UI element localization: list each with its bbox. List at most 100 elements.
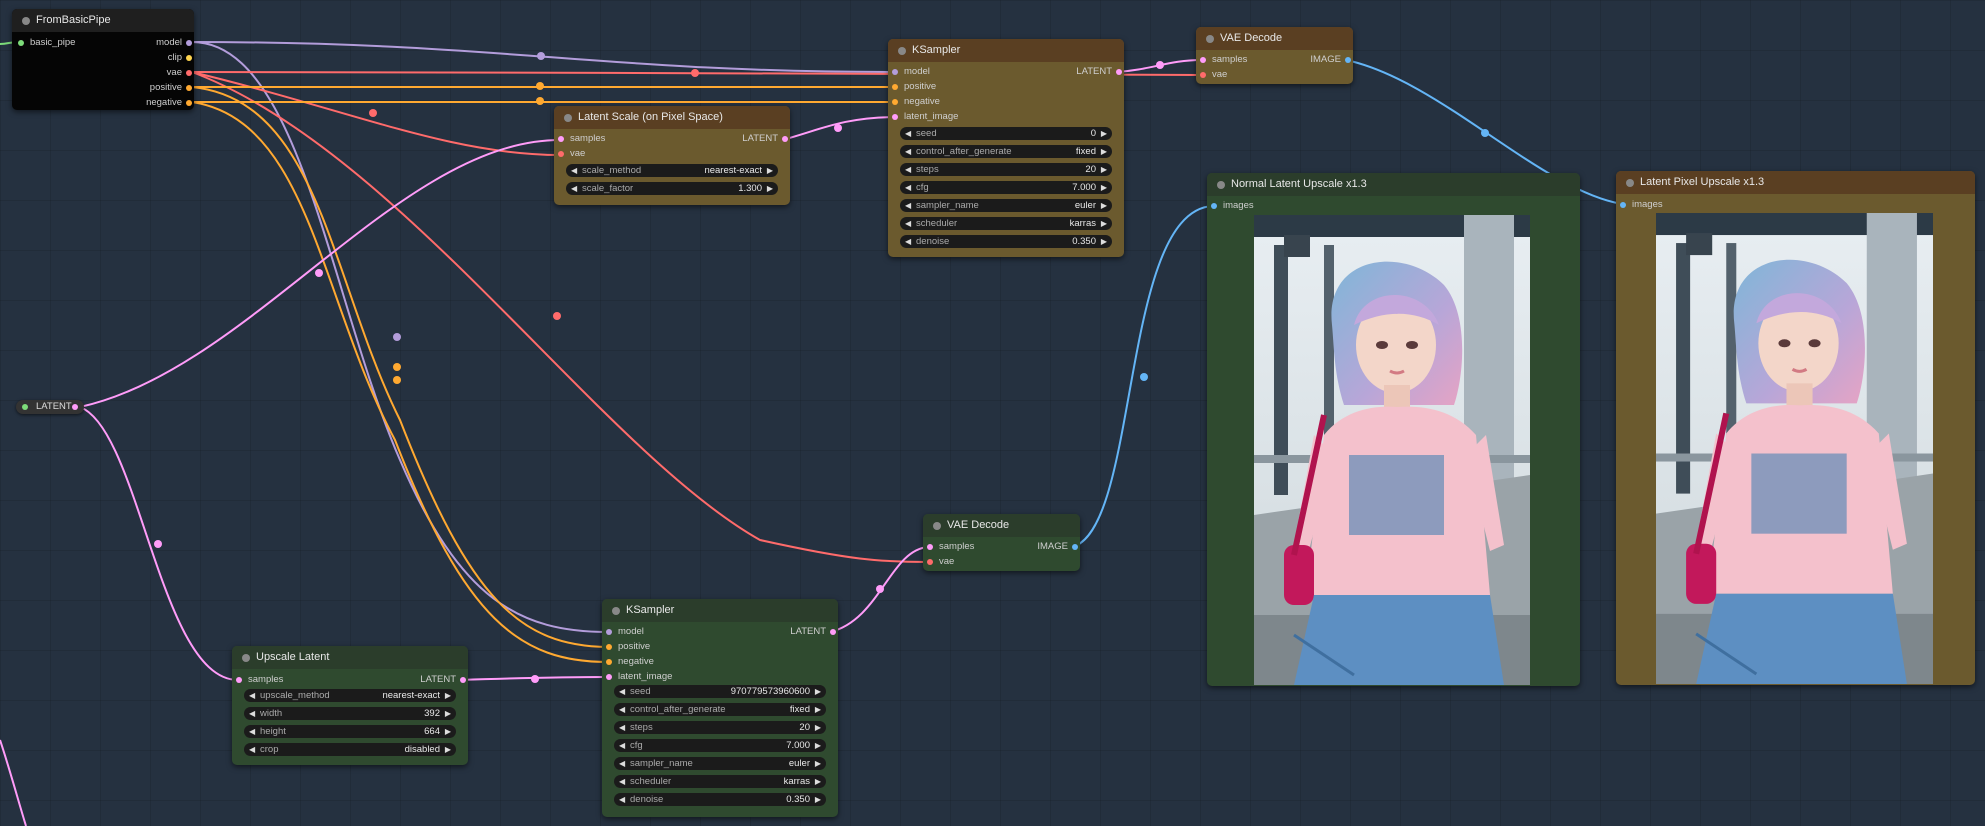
widget-scheduler[interactable]: ◀ scheduler karras ▶ (900, 217, 1112, 230)
collapse-dot-icon[interactable] (612, 607, 620, 615)
arrow-right-icon[interactable]: ▶ (815, 775, 821, 788)
collapse-dot-icon[interactable] (242, 654, 250, 662)
arrow-right-icon[interactable]: ▶ (815, 793, 821, 806)
input-vae[interactable]: vae (556, 147, 585, 161)
pin-icon[interactable] (927, 544, 933, 550)
reroute-latent[interactable]: LATENT (16, 400, 84, 414)
pin-icon[interactable] (18, 40, 24, 46)
input-positive[interactable]: positive (604, 640, 650, 654)
arrow-right-icon[interactable]: ▶ (1101, 217, 1107, 230)
pin-icon[interactable] (1072, 544, 1078, 550)
node-title[interactable]: Latent Scale (on Pixel Space) (554, 106, 790, 129)
node-title[interactable]: Upscale Latent (232, 646, 468, 669)
input-images[interactable]: images (1618, 198, 1663, 212)
latent-scale-node[interactable]: Latent Scale (on Pixel Space) samples va… (554, 106, 790, 205)
arrow-left-icon[interactable]: ◀ (619, 775, 625, 788)
arrow-left-icon[interactable]: ◀ (249, 743, 255, 756)
pin-icon[interactable] (782, 136, 788, 142)
pin-icon[interactable] (558, 136, 564, 142)
output-vae[interactable]: vae (167, 66, 194, 80)
arrow-left-icon[interactable]: ◀ (905, 181, 911, 194)
pin-icon[interactable] (186, 70, 192, 76)
preview-image[interactable] (1254, 215, 1530, 685)
pin-icon[interactable] (927, 559, 933, 565)
input-vae[interactable]: vae (925, 555, 954, 569)
input-images[interactable]: images (1209, 199, 1254, 213)
input-vae[interactable]: vae (1198, 68, 1227, 82)
pin-icon[interactable] (558, 151, 564, 157)
arrow-right-icon[interactable]: ▶ (445, 689, 451, 702)
pin-icon[interactable] (606, 659, 612, 665)
collapse-dot-icon[interactable] (1626, 179, 1634, 187)
arrow-right-icon[interactable]: ▶ (1101, 181, 1107, 194)
input-model[interactable]: model (604, 625, 644, 639)
arrow-left-icon[interactable]: ◀ (619, 739, 625, 752)
output-image[interactable]: IMAGE (1037, 540, 1080, 554)
collapse-dot-icon[interactable] (933, 522, 941, 530)
collapse-dot-icon[interactable] (1206, 35, 1214, 43)
widget-upscale-method[interactable]: ◀ upscale_method nearest-exact ▶ (244, 689, 456, 702)
widget-scale-factor[interactable]: ◀ scale_factor 1.300 ▶ (566, 182, 778, 195)
input-samples[interactable]: samples (556, 132, 605, 146)
arrow-left-icon[interactable]: ◀ (619, 721, 625, 734)
arrow-right-icon[interactable]: ▶ (445, 725, 451, 738)
widget-denoise[interactable]: ◀ denoise 0.350 ▶ (900, 235, 1112, 248)
collapse-dot-icon[interactable] (1217, 181, 1225, 189)
preview-image[interactable] (1656, 213, 1933, 684)
arrow-left-icon[interactable]: ◀ (905, 199, 911, 212)
input-latent-image[interactable]: latent_image (890, 110, 958, 124)
pin-icon[interactable] (892, 99, 898, 105)
arrow-right-icon[interactable]: ▶ (1101, 127, 1107, 140)
widget-denoise[interactable]: ◀ denoise 0.350 ▶ (614, 793, 826, 806)
pin-icon[interactable] (1116, 69, 1122, 75)
widget-cfg[interactable]: ◀ cfg 7.000 ▶ (614, 739, 826, 752)
arrow-left-icon[interactable]: ◀ (619, 685, 625, 698)
ksampler-top-node[interactable]: KSampler model positive negative latent_… (888, 39, 1124, 257)
arrow-right-icon[interactable]: ▶ (1101, 163, 1107, 176)
pin-icon[interactable] (236, 677, 242, 683)
pin-icon[interactable] (186, 85, 192, 91)
arrow-left-icon[interactable]: ◀ (905, 235, 911, 248)
arrow-left-icon[interactable]: ◀ (571, 182, 577, 195)
arrow-right-icon[interactable]: ▶ (815, 685, 821, 698)
node-title[interactable]: VAE Decode (1196, 27, 1353, 50)
pin-icon[interactable] (186, 55, 192, 61)
input-negative[interactable]: negative (890, 95, 940, 109)
arrow-right-icon[interactable]: ▶ (1101, 199, 1107, 212)
node-title[interactable]: FromBasicPipe (12, 9, 194, 32)
pin-icon[interactable] (606, 629, 612, 635)
pin-icon[interactable] (22, 404, 28, 410)
collapse-dot-icon[interactable] (898, 47, 906, 55)
widget-crop[interactable]: ◀ crop disabled ▶ (244, 743, 456, 756)
input-negative[interactable]: negative (604, 655, 654, 669)
latent-pixel-upscale-node[interactable]: Latent Pixel Upscale x1.3 images (1616, 171, 1975, 685)
pin-icon[interactable] (1200, 72, 1206, 78)
input-basic-pipe[interactable]: basic_pipe (16, 36, 75, 50)
arrow-right-icon[interactable]: ▶ (1101, 145, 1107, 158)
arrow-left-icon[interactable]: ◀ (619, 793, 625, 806)
arrow-left-icon[interactable]: ◀ (905, 127, 911, 140)
normal-latent-upscale-node[interactable]: Normal Latent Upscale x1.3 images (1207, 173, 1580, 686)
input-latent-image[interactable]: latent_image (604, 670, 672, 684)
arrow-right-icon[interactable]: ▶ (767, 182, 773, 195)
node-title[interactable]: Latent Pixel Upscale x1.3 (1616, 171, 1975, 194)
widget-seed[interactable]: ◀ seed 970779573960600 ▶ (614, 685, 826, 698)
pin-icon[interactable] (186, 40, 192, 46)
arrow-right-icon[interactable]: ▶ (815, 757, 821, 770)
pin-icon[interactable] (460, 677, 466, 683)
arrow-left-icon[interactable]: ◀ (619, 757, 625, 770)
pin-icon[interactable] (72, 404, 78, 410)
pin-icon[interactable] (1345, 57, 1351, 63)
arrow-left-icon[interactable]: ◀ (905, 163, 911, 176)
pin-icon[interactable] (606, 644, 612, 650)
arrow-left-icon[interactable]: ◀ (905, 145, 911, 158)
collapse-dot-icon[interactable] (564, 114, 572, 122)
vae-decode-mid-node[interactable]: VAE Decode samples vae IMAGE (923, 514, 1080, 571)
upscale-latent-node[interactable]: Upscale Latent samples LATENT ◀ upscale_m… (232, 646, 468, 765)
widget-scheduler[interactable]: ◀ scheduler karras ▶ (614, 775, 826, 788)
arrow-right-icon[interactable]: ▶ (815, 721, 821, 734)
pin-icon[interactable] (1200, 57, 1206, 63)
input-samples[interactable]: samples (925, 540, 974, 554)
node-title[interactable]: VAE Decode (923, 514, 1080, 537)
output-latent[interactable]: LATENT (420, 673, 468, 687)
